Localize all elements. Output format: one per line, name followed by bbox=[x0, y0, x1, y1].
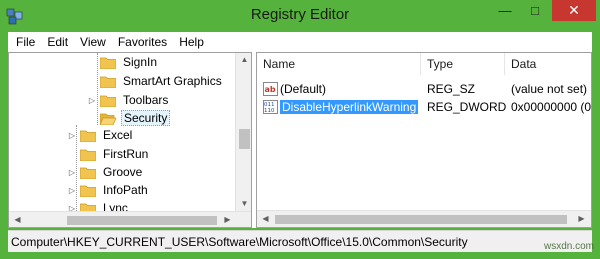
tree-expander[interactable]: ▷ bbox=[87, 95, 97, 105]
folder-icon bbox=[80, 149, 96, 161]
folder-icon bbox=[100, 76, 116, 88]
tree-expander[interactable]: ▷ bbox=[67, 185, 77, 195]
registry-values-list[interactable]: Name Type Data ab (Default) REG_SZ (valu… bbox=[256, 52, 592, 228]
column-header-data[interactable]: Data bbox=[505, 53, 591, 75]
tree-item-infopath[interactable]: ▷ InfoPath bbox=[67, 181, 150, 199]
string-value-icon: ab bbox=[263, 82, 278, 96]
tree-item-label: Security bbox=[121, 110, 171, 126]
status-bar-path: Computer\HKEY_CURRENT_USER\Software\Micr… bbox=[8, 230, 592, 252]
value-row[interactable]: ab (Default) REG_SZ (value not set) bbox=[257, 80, 591, 98]
value-name: (Default) bbox=[280, 82, 327, 96]
close-button[interactable]: ✕ bbox=[552, 0, 596, 21]
menu-edit[interactable]: Edit bbox=[41, 35, 74, 49]
value-type: REG_SZ bbox=[427, 82, 476, 96]
column-header-name[interactable]: Name bbox=[257, 53, 421, 75]
tree-item-label: Groove bbox=[103, 165, 143, 179]
tree-item-label: FirstRun bbox=[103, 147, 149, 161]
maximize-button[interactable]: □ bbox=[520, 0, 550, 21]
tree-horizontal-scroll-thumb[interactable] bbox=[67, 216, 217, 225]
tree-item-label: SignIn bbox=[123, 55, 158, 69]
tree-vertical-scrollbar[interactable]: ▲ ▼ bbox=[235, 53, 251, 211]
folder-icon bbox=[80, 130, 96, 142]
folder-icon bbox=[100, 95, 116, 107]
tree-expander[interactable]: ▷ bbox=[67, 130, 77, 140]
binary-value-icon: 011 110 bbox=[263, 100, 278, 114]
scroll-up-arrow-icon[interactable]: ▲ bbox=[236, 55, 251, 64]
tree-expander[interactable] bbox=[87, 76, 97, 86]
column-header-type[interactable]: Type bbox=[421, 53, 505, 75]
watermark: wsxdn.com bbox=[543, 241, 594, 252]
value-row-selected[interactable]: 011 110 DisableHyperlinkWarning REG_DWOR… bbox=[257, 98, 591, 116]
registry-editor-window: Registry Editor — □ ✕ File Edit View Fav… bbox=[0, 0, 600, 259]
values-horizontal-scrollbar[interactable]: ◀ ▶ bbox=[257, 210, 591, 227]
menu-favorites[interactable]: Favorites bbox=[112, 35, 173, 49]
tree-item-groove[interactable]: ▷ Groove bbox=[67, 163, 144, 181]
open-folder-icon bbox=[100, 113, 116, 125]
menu-help[interactable]: Help bbox=[173, 35, 210, 49]
value-name: DisableHyperlinkWarning bbox=[280, 100, 419, 114]
svg-text:110: 110 bbox=[264, 108, 275, 114]
tree-item-firstrun[interactable]: FirstRun bbox=[67, 145, 150, 163]
menu-bar: File Edit View Favorites Help bbox=[8, 32, 592, 52]
tree-item-label: Toolbars bbox=[123, 93, 169, 107]
values-horizontal-scroll-thumb[interactable] bbox=[275, 215, 567, 224]
folder-icon bbox=[100, 57, 116, 69]
registry-key-tree[interactable]: SignIn SmartArt Graphics ▷ Toolbars Secu… bbox=[8, 52, 252, 228]
tree-item-toolbars[interactable]: ▷ Toolbars bbox=[87, 91, 170, 109]
scroll-right-arrow-icon[interactable]: ▶ bbox=[219, 215, 236, 224]
minimize-button[interactable]: — bbox=[490, 0, 520, 21]
tree-expander[interactable] bbox=[87, 57, 97, 67]
tree-vertical-scroll-thumb[interactable] bbox=[239, 129, 250, 149]
tree-expander[interactable]: ▷ bbox=[67, 167, 77, 177]
svg-text:ab: ab bbox=[265, 85, 276, 94]
tree-item-excel[interactable]: ▷ Excel bbox=[67, 126, 134, 144]
scroll-right-arrow-icon[interactable]: ▶ bbox=[573, 214, 590, 223]
tree-item-smartart-graphics[interactable]: SmartArt Graphics bbox=[87, 72, 224, 90]
menu-file[interactable]: File bbox=[8, 35, 41, 49]
scroll-left-arrow-icon[interactable]: ◀ bbox=[257, 214, 274, 223]
value-name-cell: 011 110 DisableHyperlinkWarning bbox=[263, 98, 419, 116]
tree-item-label: InfoPath bbox=[103, 183, 148, 197]
tree-item-label: SmartArt Graphics bbox=[123, 74, 222, 88]
value-data: 0x00000000 (0) bbox=[511, 100, 592, 114]
title-bar[interactable]: Registry Editor — □ ✕ bbox=[0, 0, 600, 32]
tree-horizontal-scrollbar[interactable]: ◀ ▶ bbox=[9, 211, 251, 227]
tree-expander[interactable] bbox=[87, 113, 97, 123]
scroll-left-arrow-icon[interactable]: ◀ bbox=[9, 215, 26, 224]
tree-item-label: Excel bbox=[103, 128, 133, 142]
menu-view[interactable]: View bbox=[74, 35, 112, 49]
scroll-down-arrow-icon[interactable]: ▼ bbox=[236, 199, 251, 208]
tree-item-signin[interactable]: SignIn bbox=[87, 53, 159, 71]
value-type: REG_DWORD bbox=[427, 100, 507, 114]
client-area: SignIn SmartArt Graphics ▷ Toolbars Secu… bbox=[8, 52, 592, 228]
tree-expander[interactable] bbox=[67, 149, 77, 159]
tree-item-security[interactable]: Security bbox=[87, 109, 171, 127]
value-name-cell: ab (Default) bbox=[263, 80, 326, 98]
folder-icon bbox=[80, 185, 96, 197]
value-data: (value not set) bbox=[511, 82, 588, 96]
folder-icon bbox=[80, 167, 96, 179]
